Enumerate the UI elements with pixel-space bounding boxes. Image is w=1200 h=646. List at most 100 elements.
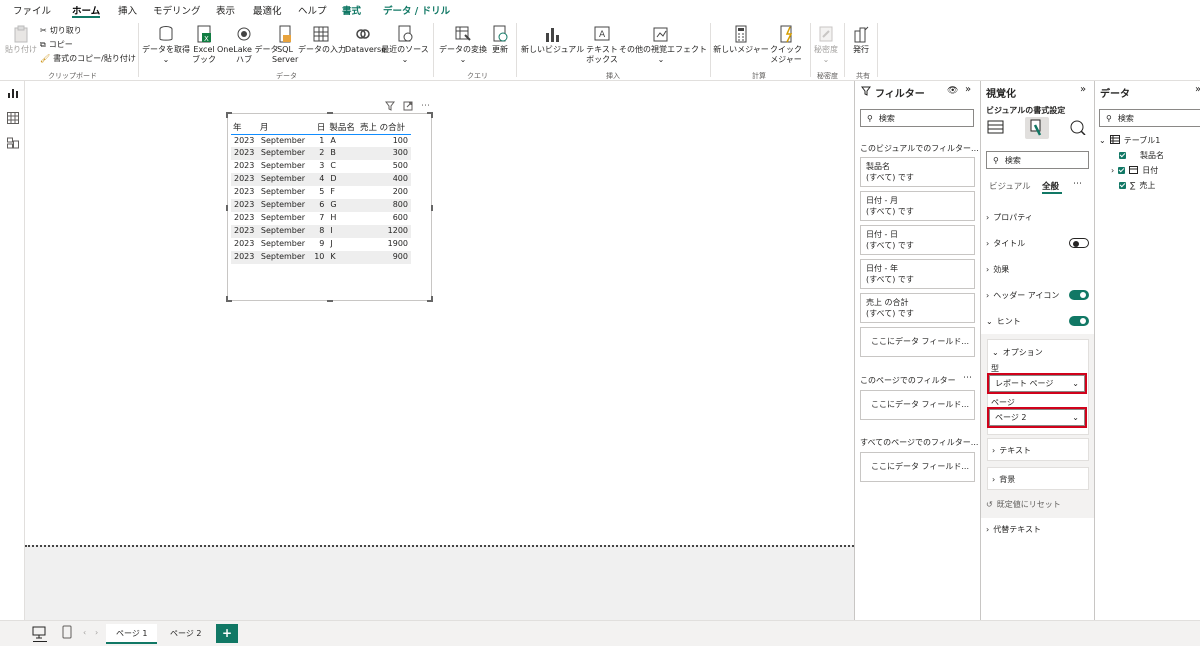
prev-page-icon[interactable]: ‹	[83, 628, 86, 637]
column-header-product[interactable]: 製品名	[327, 120, 358, 135]
paste-button[interactable]: 貼り付け	[4, 25, 38, 55]
section-properties[interactable]: › プロパティ	[986, 212, 1033, 223]
resize-handle[interactable]	[226, 112, 228, 118]
collapse-pane-icon[interactable]: »	[965, 84, 971, 95]
menu-tab-view[interactable]: 表示	[216, 3, 235, 17]
resize-handle[interactable]	[327, 112, 333, 114]
report-view-icon[interactable]	[7, 87, 19, 99]
filter-card-sales[interactable]: 売上 の合計 (すべて) です	[860, 293, 975, 323]
table-row[interactable]: 2023 September 1 A 100	[231, 134, 411, 147]
column-header-day[interactable]: 日	[310, 120, 328, 135]
table-row[interactable]: 2023 September 9 J 1900	[231, 238, 411, 251]
table-row[interactable]: 2023 September 10 K 900	[231, 250, 411, 264]
table-row[interactable]: 2023 September 3 C 500	[231, 160, 411, 173]
refresh-button[interactable]: 更新	[489, 25, 511, 55]
section-alt-text[interactable]: › 代替テキスト	[986, 524, 1041, 535]
field-date[interactable]: › 日付	[1111, 165, 1158, 176]
menu-tab-modeling[interactable]: モデリング	[153, 3, 201, 17]
title-toggle[interactable]	[1069, 238, 1089, 248]
collapse-pane-icon[interactable]: »	[1195, 84, 1200, 95]
onelake-hub-button[interactable]: OneLake データ ハブ	[217, 25, 278, 65]
report-page[interactable]: ⋯ 年 月 日 製品名 売上 の合計 2023 September 1 A 10…	[25, 81, 854, 545]
filter-card-year[interactable]: 日付 - 年 (すべて) です	[860, 259, 975, 289]
table-view-icon[interactable]	[7, 112, 19, 124]
tooltips-toggle[interactable]	[1069, 316, 1089, 326]
model-view-icon[interactable]	[7, 137, 19, 149]
add-page-button[interactable]: +	[216, 624, 238, 643]
more-visuals-button[interactable]: その他の視覚エフェクト ⌄	[619, 25, 707, 65]
viz-search-input[interactable]: ⚲ 検索	[986, 151, 1089, 169]
filter-search-input[interactable]: ⚲ 検索	[860, 109, 974, 127]
section-effects[interactable]: › 効果	[986, 264, 1009, 275]
resize-handle[interactable]	[431, 296, 433, 302]
data-search-input[interactable]: ⚲ 検索	[1099, 109, 1200, 127]
resize-handle[interactable]	[226, 296, 228, 302]
more-options-icon[interactable]: ⋯	[963, 373, 972, 383]
table-row[interactable]: 2023 September 7 H 600	[231, 212, 411, 225]
table-node[interactable]: ⌄ テーブル1	[1099, 135, 1160, 146]
resize-handle[interactable]	[327, 300, 333, 302]
checkbox-checked-icon[interactable]	[1119, 182, 1126, 189]
quick-measure-button[interactable]: クイック メジャー	[768, 25, 804, 65]
table-visual[interactable]: 年 月 日 製品名 売上 の合計 2023 September 1 A 100 2023 S…	[226, 112, 433, 302]
table-row[interactable]: 2023 September 8 I 1200	[231, 224, 411, 238]
cut-button[interactable]: ✂ 切り取り	[40, 25, 82, 36]
menu-tab-insert[interactable]: 挿入	[118, 3, 137, 17]
next-page-icon[interactable]: ›	[95, 628, 98, 637]
sensitivity-button[interactable]: 秘密度 ⌄	[812, 25, 840, 65]
text-card[interactable]: › テキスト	[987, 438, 1089, 461]
excel-workbook-button[interactable]: X Excel ブック	[192, 25, 216, 65]
table-row[interactable]: 2023 September 6 G 800	[231, 199, 411, 212]
desktop-layout-icon[interactable]	[32, 626, 46, 642]
tab-visual[interactable]: ビジュアル	[989, 180, 1031, 192]
format-visual-tab[interactable]	[1025, 117, 1049, 139]
section-header-icons[interactable]: › ヘッダー アイコン	[986, 290, 1059, 301]
menu-tab-format[interactable]: 書式	[342, 3, 361, 17]
publish-button[interactable]: 発行	[847, 25, 875, 55]
table-row[interactable]: 2023 September 4 D 400	[231, 173, 411, 187]
section-tooltips[interactable]: ⌄ ヒント	[986, 316, 1021, 327]
options-header[interactable]: ⌄ オプション	[992, 347, 1043, 358]
dataverse-button[interactable]: Dataverse	[345, 25, 386, 55]
format-painter-button[interactable]: 🖌 書式のコピー/貼り付け	[40, 53, 136, 64]
filter-card-day[interactable]: 日付 - 日 (すべて) です	[860, 225, 975, 255]
field-sales[interactable]: ∑ 売上	[1119, 180, 1155, 191]
sql-server-button[interactable]: SQL Server	[272, 25, 298, 65]
menu-tab-optimize[interactable]: 最適化	[253, 3, 282, 17]
table-row[interactable]: 2023 September 2 B 300	[231, 147, 411, 161]
column-header-year[interactable]: 年	[231, 120, 258, 135]
enter-data-button[interactable]: データの入力	[298, 25, 346, 55]
column-header-month[interactable]: 月	[257, 120, 311, 135]
tab-general[interactable]: 全般	[1042, 180, 1059, 192]
collapse-pane-icon[interactable]: »	[1080, 84, 1086, 95]
transform-data-button[interactable]: データの変換 ⌄	[437, 25, 489, 65]
filter-card-product[interactable]: 製品名 (すべて) です	[860, 157, 975, 187]
background-card[interactable]: › 背景	[987, 467, 1089, 490]
new-visual-button[interactable]: 新しいビジュアル	[521, 25, 584, 55]
menu-tab-file[interactable]: ファイル	[13, 3, 51, 17]
mobile-layout-icon[interactable]	[62, 625, 72, 642]
analytics-icon[interactable]	[1069, 119, 1087, 138]
build-visual-icon[interactable]	[987, 119, 1005, 138]
eye-icon[interactable]: 👁	[947, 86, 958, 96]
add-field-all-pages-dropzone[interactable]: ここにデータ フィールド...	[860, 452, 975, 482]
checkbox-checked-icon[interactable]	[1119, 152, 1126, 159]
menu-tab-data-drill[interactable]: データ / ドリル	[383, 3, 450, 17]
reset-default-button[interactable]: ↺ 既定値にリセット	[986, 499, 1061, 510]
table-row[interactable]: 2023 September 5 F 200	[231, 186, 411, 199]
resize-handle[interactable]	[431, 112, 433, 118]
resize-handle[interactable]	[431, 205, 433, 211]
copy-button[interactable]: ⧉ コピー	[40, 39, 73, 50]
field-product[interactable]: 製品名	[1119, 150, 1164, 161]
new-measure-button[interactable]: 新しいメジャー	[713, 25, 769, 55]
column-header-sales-sum[interactable]: 売上 の合計	[357, 120, 411, 135]
get-data-button[interactable]: データを取得 ⌄	[142, 25, 190, 65]
header-icons-toggle[interactable]	[1069, 290, 1089, 300]
page-tab-1[interactable]: ページ 1	[106, 624, 158, 644]
textbox-button[interactable]: A テキスト ボックス	[584, 25, 620, 65]
page-tab-2[interactable]: ページ 2	[160, 624, 211, 644]
recent-sources-button[interactable]: 最近のソース ⌄	[381, 25, 429, 65]
checkbox-checked-icon[interactable]	[1118, 167, 1126, 174]
menu-tab-help[interactable]: ヘルプ	[298, 3, 327, 17]
section-title[interactable]: › タイトル	[986, 238, 1025, 249]
